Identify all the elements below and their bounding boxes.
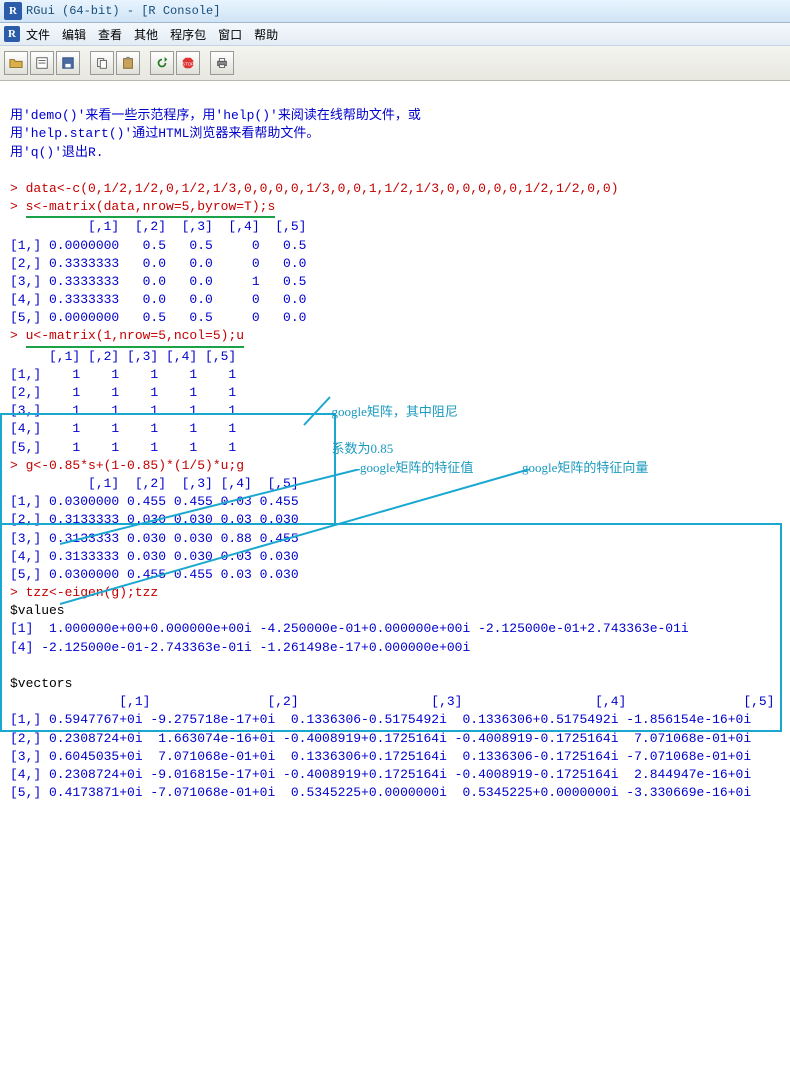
open-icon[interactable] xyxy=(4,51,28,75)
anno-eigvec: google矩阵的特征向量 xyxy=(522,459,648,477)
cmd-u: u<-matrix(1,nrow=5,ncol=5);u xyxy=(26,327,244,347)
s-row: [2,] 0.3333333 0.0 0.0 0 0.0 xyxy=(10,256,306,271)
tool-bar: STOP xyxy=(0,46,790,81)
menu-view[interactable]: 查看 xyxy=(98,26,122,43)
prompt: > xyxy=(10,458,26,473)
prompt: > xyxy=(10,181,26,196)
vec-row: [2,] 0.2308724+0i 1.663074e-16+0i -0.400… xyxy=(10,731,751,746)
g-row: [4,] 0.3133333 0.030 0.030 0.03 0.030 xyxy=(10,549,299,564)
vec-row: [5,] 0.4173871+0i -7.071068e-01+0i 0.534… xyxy=(10,785,751,800)
prompt: > xyxy=(10,199,26,214)
console[interactable]: 用'demo()'来看一些示范程序，用'help()'来阅读在线帮助文件，或 用… xyxy=(0,81,790,1065)
s-header: [,1] [,2] [,3] [,4] [,5] xyxy=(10,219,306,234)
vec-header: [,1] [,2] [,3] [,4] [,5] xyxy=(10,694,775,709)
app-icon: R xyxy=(4,2,22,20)
vec-row: [1,] 0.5947767+0i -9.275718e-17+0i 0.133… xyxy=(10,712,751,727)
prompt: > xyxy=(10,585,26,600)
vec-row: [3,] 0.6045035+0i 7.071068e-01+0i 0.1336… xyxy=(10,749,751,764)
u-row: [3,] 1 1 1 1 1 xyxy=(10,403,236,418)
s-row: [3,] 0.3333333 0.0 0.0 1 0.5 xyxy=(10,274,306,289)
s-row: [5,] 0.0000000 0.5 0.5 0 0.0 xyxy=(10,310,306,325)
prompt: > xyxy=(10,328,26,343)
u-row: [5,] 1 1 1 1 1 xyxy=(10,440,236,455)
svg-text:STOP: STOP xyxy=(182,62,194,67)
menu-misc[interactable]: 其他 xyxy=(134,26,158,43)
menu-bar: R 文件 编辑 查看 其他 程序包 窗口 帮助 xyxy=(0,23,790,46)
g-row: [1,] 0.0300000 0.455 0.455 0.03 0.455 xyxy=(10,494,299,509)
menu-help[interactable]: 帮助 xyxy=(254,26,278,43)
intro-line-2: 用'help.start()'通过HTML浏览器来看帮助文件。 xyxy=(10,126,319,141)
g-header: [,1] [,2] [,3] [,4] [,5] xyxy=(10,476,299,491)
values-row: [1] 1.000000e+00+0.000000e+00i -4.250000… xyxy=(10,621,689,636)
u-row: [1,] 1 1 1 1 1 xyxy=(10,367,236,382)
menu-packages[interactable]: 程序包 xyxy=(170,26,206,43)
copy-icon[interactable] xyxy=(90,51,114,75)
s-row: [1,] 0.0000000 0.5 0.5 0 0.5 xyxy=(10,238,306,253)
g-row: [2,] 0.3133333 0.030 0.030 0.03 0.030 xyxy=(10,512,299,527)
vec-row: [4,] 0.2308724+0i -9.016815e-17+0i -0.40… xyxy=(10,767,751,782)
load-icon[interactable] xyxy=(30,51,54,75)
menu-edit[interactable]: 编辑 xyxy=(62,26,86,43)
cmd-g: g<-0.85*s+(1-0.85)*(1/5)*u;g xyxy=(26,458,244,473)
anno-g1: google矩阵，其中阻尼 xyxy=(332,404,458,419)
cmd-data: data<-c(0,1/2,1/2,0,1/2,1/3,0,0,0,0,1/3,… xyxy=(26,181,619,196)
g-row: [3,] 0.3133333 0.030 0.030 0.88 0.455 xyxy=(10,531,299,546)
menu-file[interactable]: 文件 xyxy=(26,26,50,43)
vectors-label: $vectors xyxy=(10,676,72,691)
values-row: [4] -2.125000e-01-2.743363e-01i -1.26149… xyxy=(10,640,470,655)
g-row: [5,] 0.0300000 0.455 0.455 0.03 0.030 xyxy=(10,567,299,582)
anno-g2: 系数为0.85 xyxy=(332,441,394,456)
window-title: RGui (64-bit) - [R Console] xyxy=(26,0,220,22)
title-bar: R RGui (64-bit) - [R Console] xyxy=(0,0,790,23)
intro-line-1: 用'demo()'来看一些示范程序，用'help()'来阅读在线帮助文件，或 xyxy=(10,108,421,123)
print-icon[interactable] xyxy=(210,51,234,75)
values-label: $values xyxy=(10,603,65,618)
u-row: [4,] 1 1 1 1 1 xyxy=(10,421,236,436)
refresh-icon[interactable] xyxy=(150,51,174,75)
anno-google-matrix: google矩阵，其中阻尼 系数为0.85 xyxy=(325,385,458,458)
cmd-eig: tzz<-eigen(g);tzz xyxy=(26,585,159,600)
s-row: [4,] 0.3333333 0.0 0.0 0 0.0 xyxy=(10,292,306,307)
paste-icon[interactable] xyxy=(116,51,140,75)
stop-icon[interactable]: STOP xyxy=(176,51,200,75)
save-icon[interactable] xyxy=(56,51,80,75)
menu-window[interactable]: 窗口 xyxy=(218,26,242,43)
u-row: [2,] 1 1 1 1 1 xyxy=(10,385,236,400)
intro-line-3: 用'q()'退出R. xyxy=(10,145,104,160)
u-header: [,1] [,2] [,3] [,4] [,5] xyxy=(10,349,236,364)
anno-eigval: google矩阵的特征值 xyxy=(360,459,473,477)
cmd-s: s<-matrix(data,nrow=5,byrow=T);s xyxy=(26,198,276,218)
app-icon-small: R xyxy=(4,26,20,42)
